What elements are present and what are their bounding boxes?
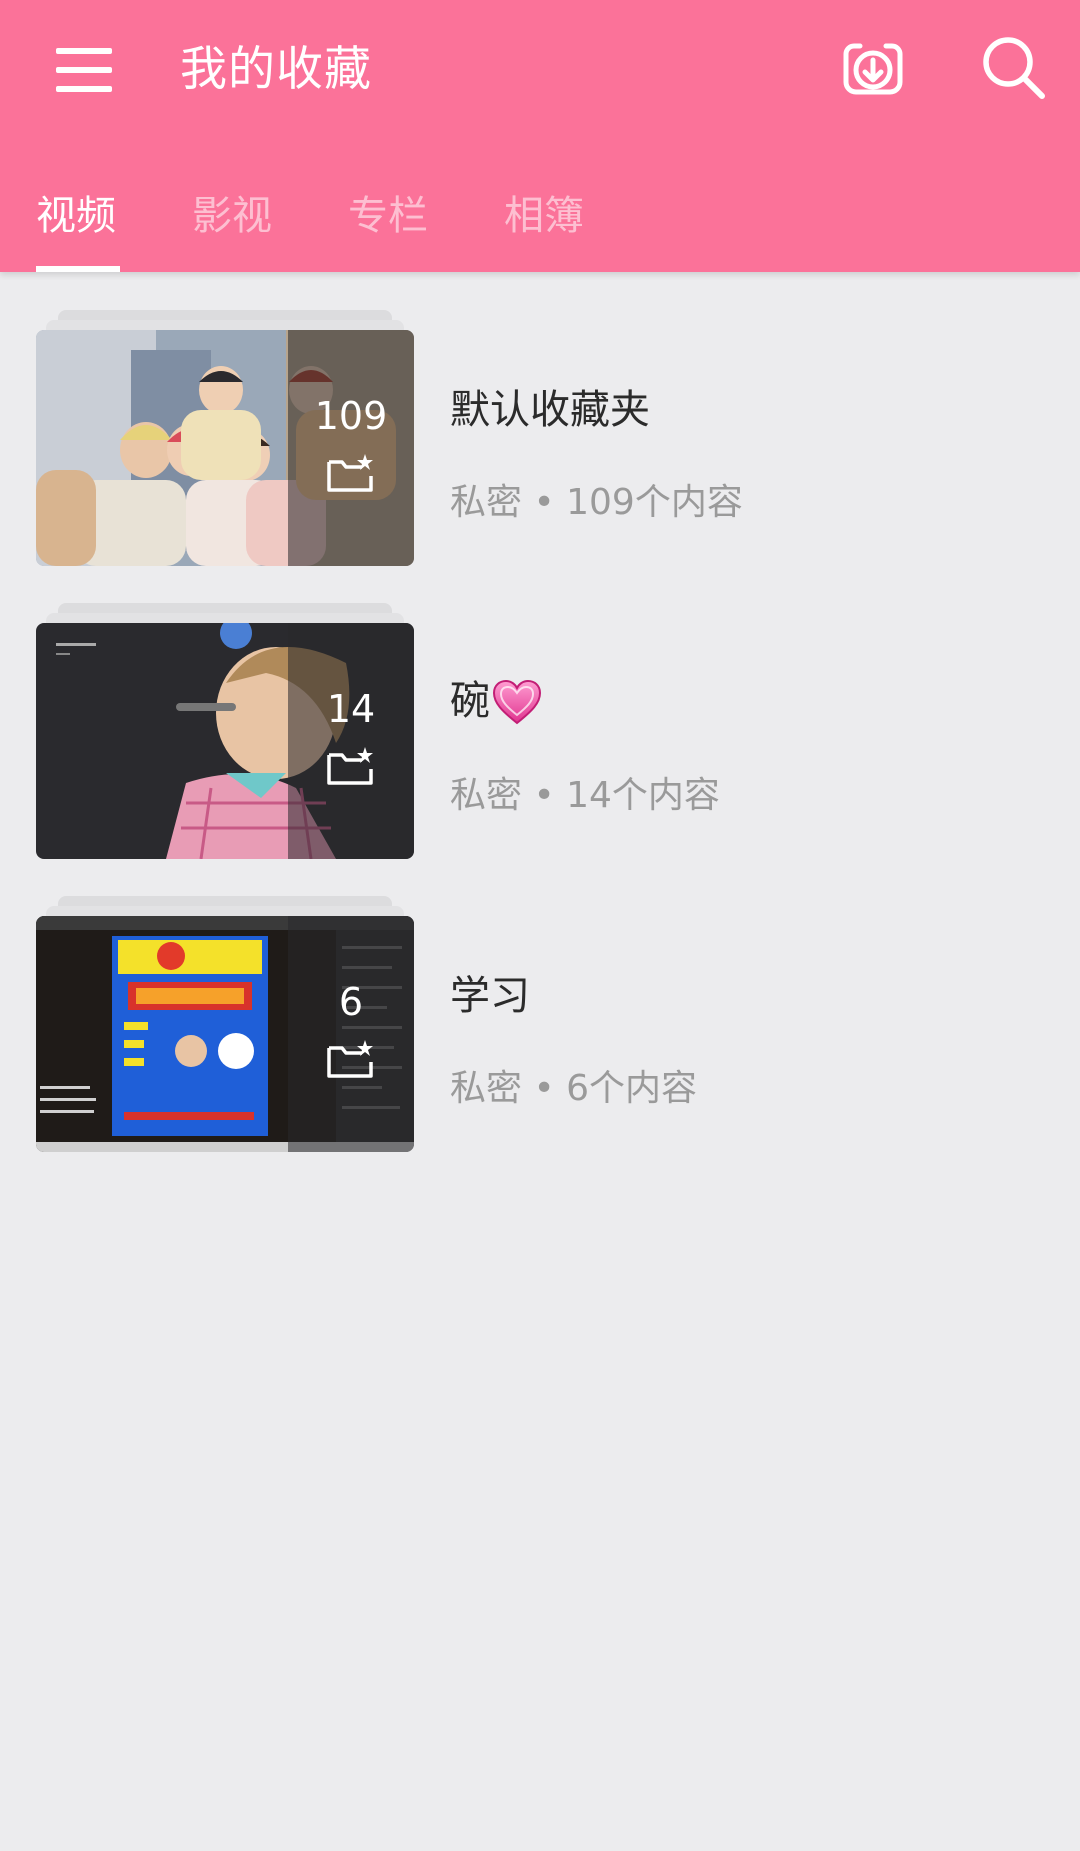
tab-video[interactable]: 视频 xyxy=(36,186,116,246)
tab-column[interactable]: 专栏 xyxy=(348,186,428,246)
hamburger-menu-icon[interactable] xyxy=(40,30,128,110)
tab-bar: 视频 影视 专栏 相簿 xyxy=(0,180,1080,272)
count-overlay xyxy=(288,330,414,566)
tab-active-indicator xyxy=(36,266,120,272)
app-bar: 我的收藏 视频 影视 专栏 相簿 xyxy=(0,0,1080,272)
favorite-folder-study[interactable]: 6 学习 私密 • 6个内容 xyxy=(0,896,1080,1156)
folder-name-text: 碗 xyxy=(450,678,490,724)
tab-album[interactable]: 相簿 xyxy=(504,186,584,246)
page-title: 我的收藏 xyxy=(180,42,372,97)
favorite-folder-default[interactable]: 109 默认收藏夹 私密 • 109个内容 xyxy=(0,310,1080,570)
item-count: 109 xyxy=(314,394,388,438)
folder-star-icon xyxy=(327,1040,373,1078)
folder-cover-image: 6 xyxy=(36,916,414,1152)
folder-star-icon xyxy=(327,747,373,785)
folder-cover-image: 109 xyxy=(36,330,414,566)
folder-meta: 私密 • 14个内容 xyxy=(450,775,720,816)
item-count: 14 xyxy=(326,687,376,731)
download-icon[interactable] xyxy=(838,32,908,104)
folder-name: 默认收藏夹 xyxy=(450,387,650,433)
folder-meta: 私密 • 109个内容 xyxy=(450,482,743,523)
item-count: 6 xyxy=(338,980,364,1024)
heart-icon xyxy=(492,679,542,725)
folder-star-icon xyxy=(327,454,373,492)
favorite-folder-bowl[interactable]: 14 碗 私密 • 14个内容 xyxy=(0,603,1080,863)
folder-cover-image: 14 xyxy=(36,623,414,859)
folder-meta: 私密 • 6个内容 xyxy=(450,1068,698,1109)
search-icon[interactable] xyxy=(978,32,1050,104)
count-overlay xyxy=(288,916,414,1152)
folder-name: 学习 xyxy=(450,973,530,1019)
count-overlay xyxy=(288,623,414,859)
tab-film[interactable]: 影视 xyxy=(192,186,272,246)
folder-name: 碗 xyxy=(450,673,542,729)
